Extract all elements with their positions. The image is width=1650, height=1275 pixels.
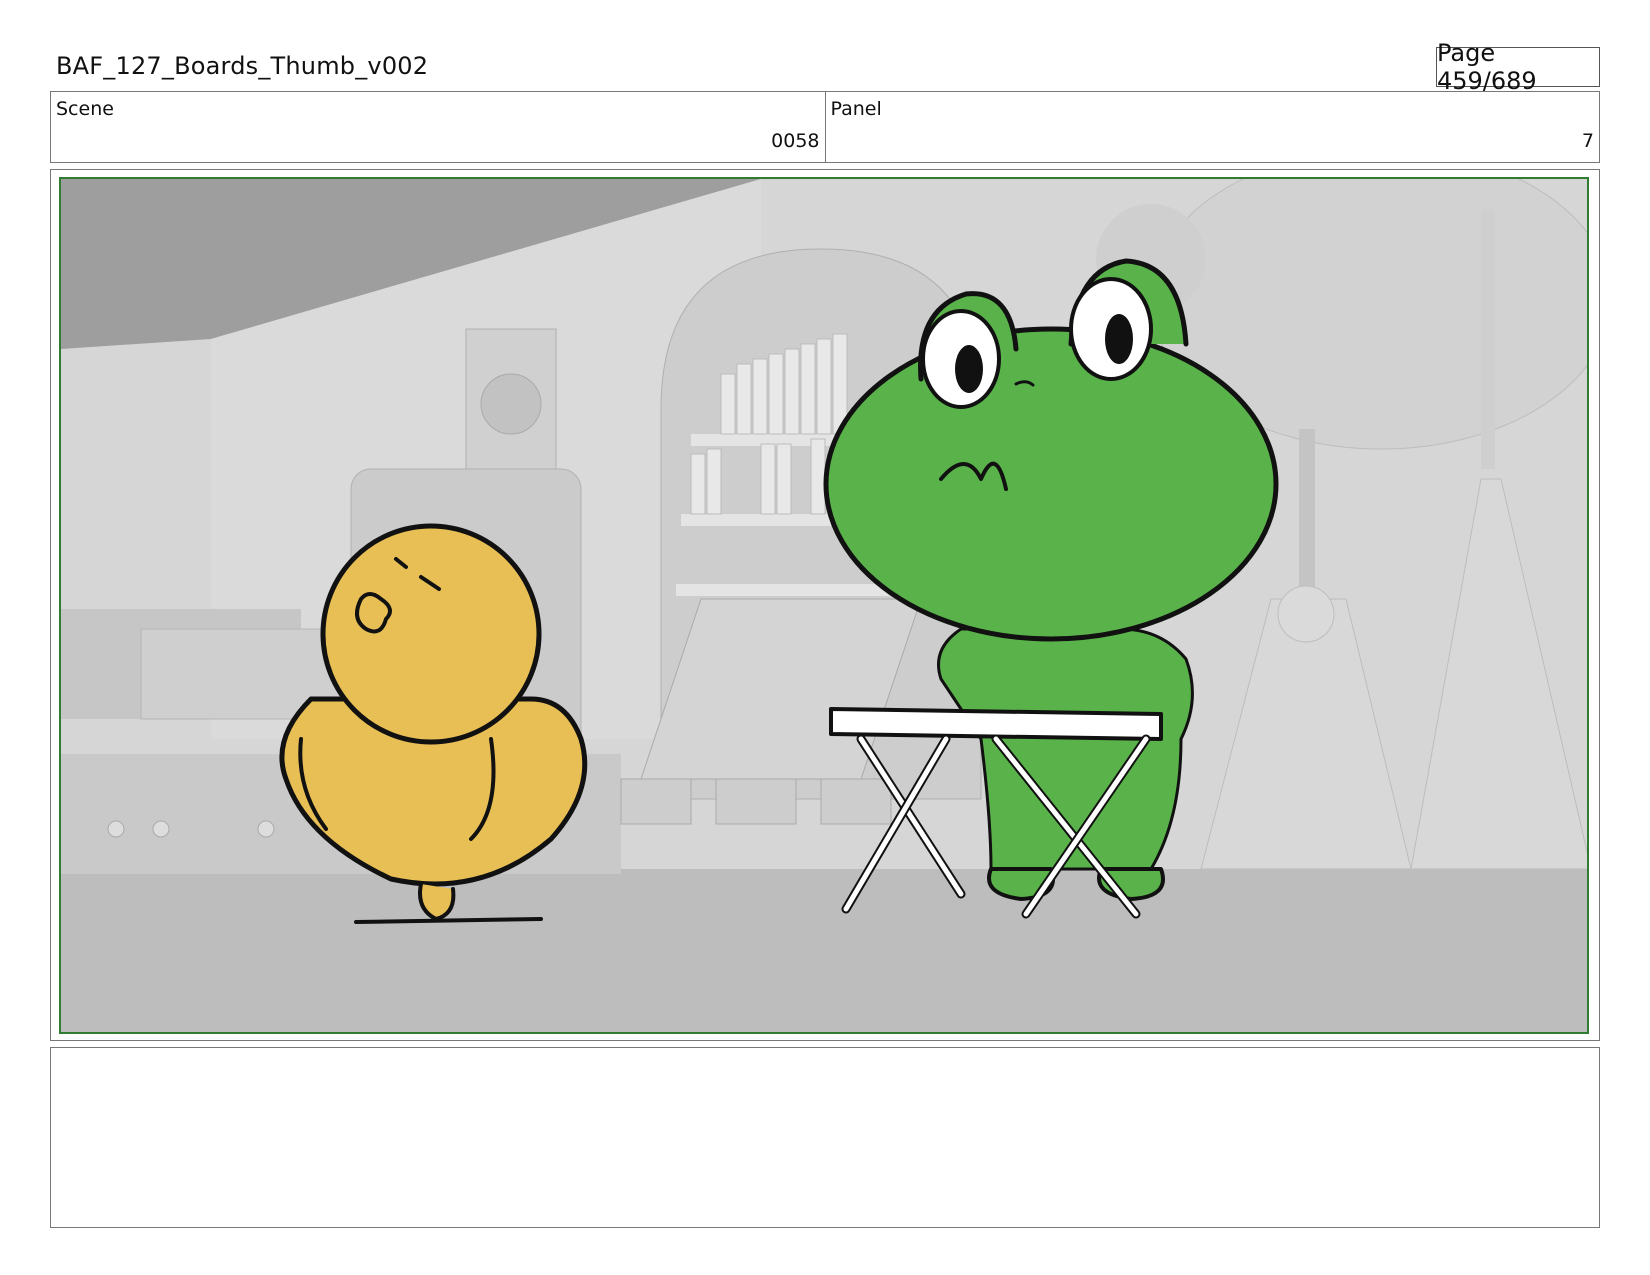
machine-knob — [1277, 585, 1335, 643]
drawer — [715, 778, 797, 825]
scene-label: Scene — [56, 98, 114, 120]
scene-cell: Scene 0058 — [51, 92, 825, 162]
cabinet-knob — [257, 820, 275, 838]
scene-panel-info-row: Scene 0058 Panel 7 — [50, 91, 1600, 163]
panel-cell: Panel 7 — [824, 92, 1600, 162]
drawer — [620, 778, 692, 825]
drawer — [820, 778, 892, 825]
fan-icon — [480, 373, 542, 435]
machine-pole — [1481, 209, 1495, 469]
page-number-box: Page 459/689 — [1436, 39, 1600, 95]
panel-value: 7 — [1581, 130, 1594, 152]
storyboard-drawing — [61, 179, 1587, 1032]
cabinet-knob — [107, 820, 125, 838]
panel-label: Panel — [830, 98, 882, 120]
scene-value: 0058 — [771, 130, 820, 152]
notes-box[interactable] — [50, 1047, 1600, 1228]
cabinet-knob — [152, 820, 170, 838]
storyboard-frame — [59, 177, 1589, 1034]
document-title: BAF_127_Boards_Thumb_v002 — [56, 52, 429, 80]
floor — [61, 869, 1587, 1032]
